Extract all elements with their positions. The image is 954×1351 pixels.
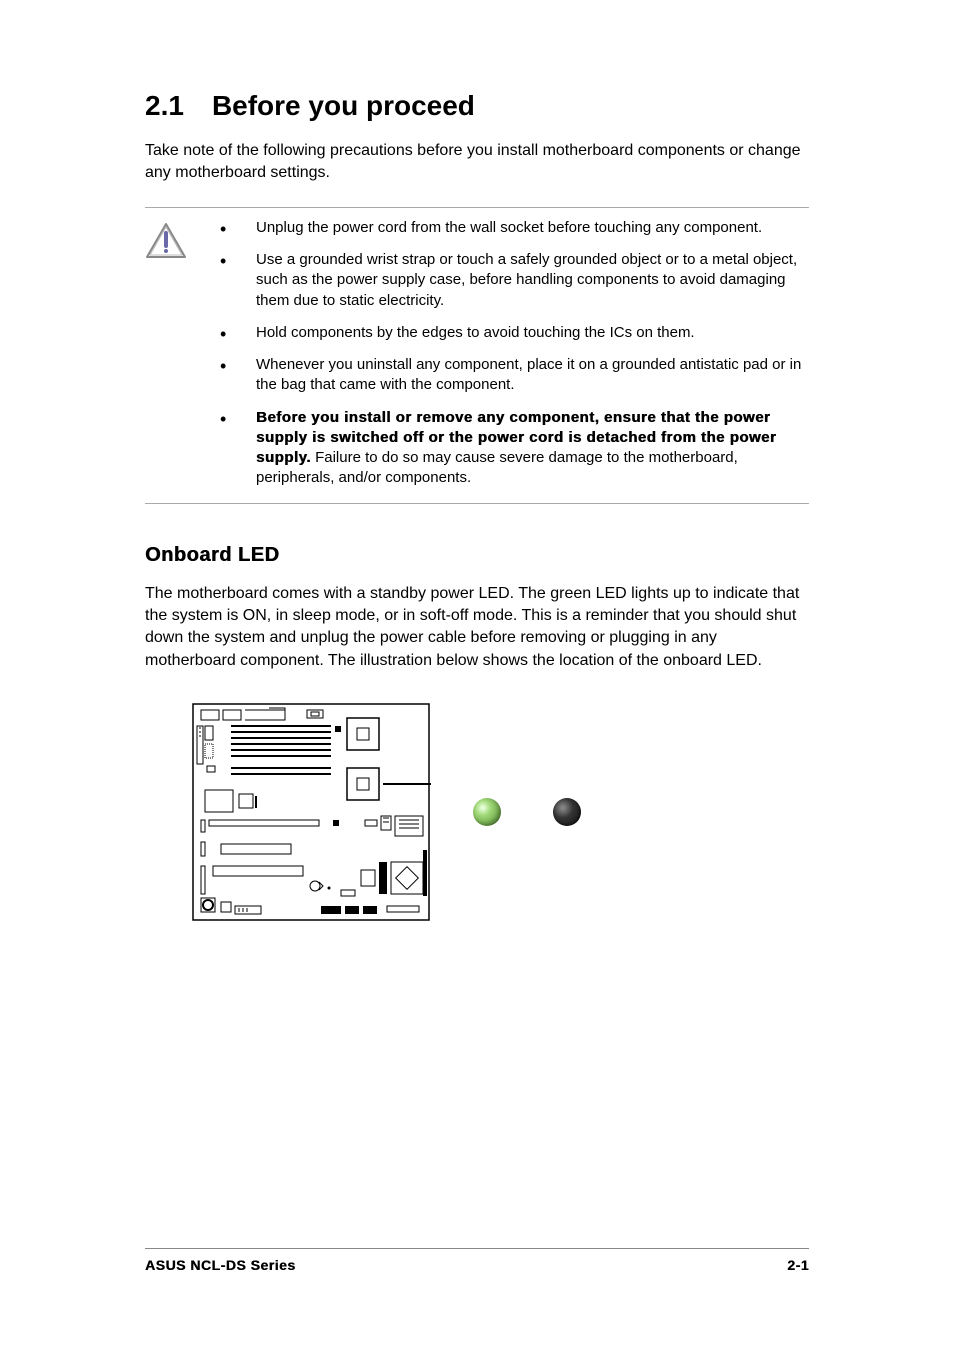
caution-item-text: Hold components by the edges to avoid to… (256, 323, 809, 343)
caution-item: • Use a grounded wrist strap or touch a … (220, 250, 809, 311)
bullet-icon: • (220, 323, 256, 343)
caution-icon (145, 222, 187, 260)
led-off-icon (553, 798, 581, 826)
caution-item-rest: Failure to do so may cause severe damage… (256, 449, 738, 486)
caution-item: • Before you install or remove any compo… (220, 408, 809, 489)
caution-item-text: Before you install or remove any compone… (256, 408, 809, 489)
bullet-icon: • (220, 408, 256, 489)
footer-right: 2-1 (787, 1257, 809, 1273)
subsection-heading: Onboard LED (145, 544, 809, 567)
caution-item-text: Unplug the power cord from the wall sock… (256, 218, 809, 238)
caution-item: • Unplug the power cord from the wall so… (220, 218, 809, 238)
caution-list: • Unplug the power cord from the wall so… (220, 218, 809, 493)
section-number: 2.1 (145, 90, 184, 122)
subsection-body: The motherboard comes with a standby pow… (145, 583, 809, 673)
bullet-icon: • (220, 218, 256, 238)
bullet-icon: • (220, 355, 256, 396)
section-heading: 2.1 Before you proceed (145, 90, 809, 122)
caution-item: • Hold components by the edges to avoid … (220, 323, 809, 343)
led-indicators (473, 798, 581, 826)
bullet-icon: • (220, 250, 256, 311)
page-footer: ASUS NCL-DS Series 2-1 (145, 1248, 809, 1273)
intro-paragraph: Take note of the following precautions b… (145, 140, 809, 185)
caution-item: • Whenever you uninstall any component, … (220, 355, 809, 396)
caution-item-text: Whenever you uninstall any component, pl… (256, 355, 809, 396)
illustration-area (145, 702, 809, 922)
section-title: Before you proceed (212, 90, 475, 121)
led-on-icon (473, 798, 501, 826)
footer-left: ASUS NCL-DS Series (145, 1257, 296, 1273)
caution-item-text: Use a grounded wrist strap or touch a sa… (256, 250, 809, 311)
caution-icon-wrapper (145, 218, 220, 493)
motherboard-diagram (191, 702, 431, 922)
caution-block: • Unplug the power cord from the wall so… (145, 207, 809, 504)
